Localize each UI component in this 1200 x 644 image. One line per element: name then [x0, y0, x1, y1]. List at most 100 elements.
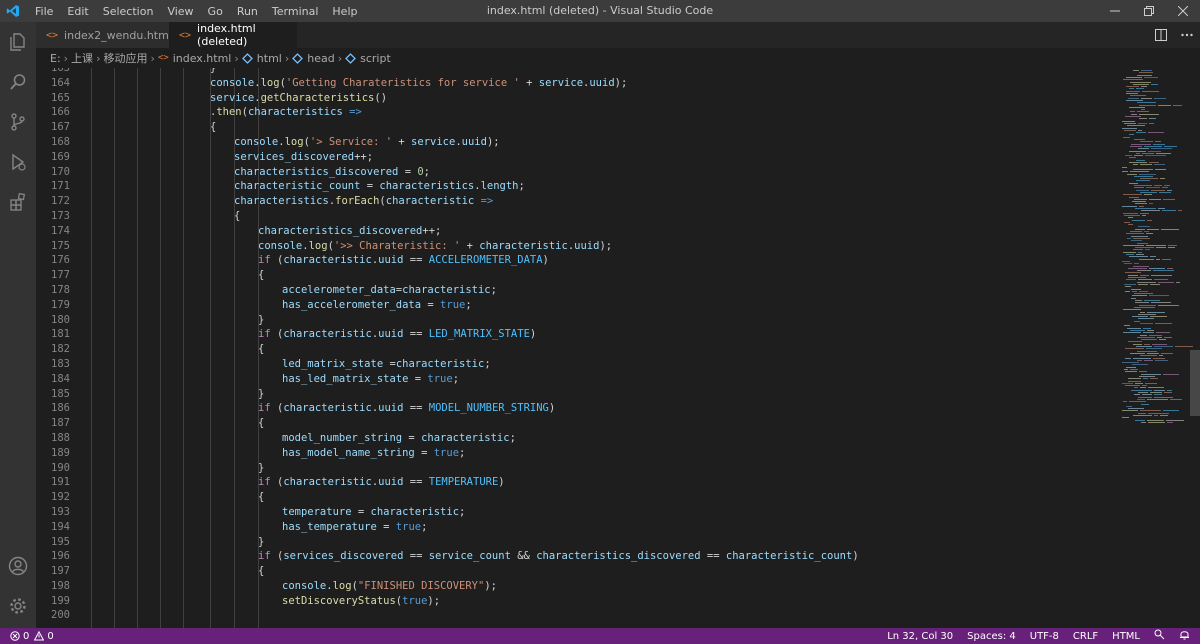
minimap-line [1142, 152, 1154, 154]
cursor-position[interactable]: Ln 32, Col 30 [887, 631, 953, 642]
breadcrumb-html[interactable]: html [241, 51, 282, 65]
language-mode[interactable]: HTML [1112, 631, 1140, 642]
split-editor-icon[interactable] [1148, 29, 1174, 41]
minimap-line [1135, 228, 1145, 230]
breadcrumb-script[interactable]: script [345, 52, 391, 65]
code-token: service [210, 91, 255, 104]
minimap[interactable] [1118, 68, 1200, 628]
minimap-line [1137, 281, 1156, 283]
menu-view[interactable]: View [160, 5, 200, 18]
minimap-line [1153, 143, 1165, 145]
minimap-line [1142, 90, 1159, 92]
minimap-line [1147, 219, 1152, 221]
menu-edit[interactable]: Edit [60, 5, 95, 18]
minimap-line [1136, 159, 1145, 161]
minimap-line [1136, 152, 1140, 154]
minimap-line [1149, 203, 1153, 205]
code-token: log [332, 579, 352, 592]
code-token: true [395, 520, 422, 533]
minimap-line [1141, 403, 1149, 405]
restore-icon[interactable] [1132, 0, 1166, 22]
minimap-line [1124, 263, 1132, 265]
code-editor[interactable]: 163 164 165 166 167 168 169 170 171 172 173 174 175 1… [36, 68, 1200, 628]
code-token: TEMPERATURE [428, 476, 499, 489]
breadcrumb-head[interactable]: head [292, 52, 335, 65]
code-token: model_number_string [282, 431, 403, 444]
code-token: } [258, 313, 265, 326]
code-token: characteristic_count [725, 550, 853, 563]
menu-help[interactable]: Help [325, 5, 364, 18]
breadcrumb-file[interactable]: <> index.html [158, 52, 232, 65]
menu-selection[interactable]: Selection [96, 5, 161, 18]
extensions-icon[interactable] [0, 184, 36, 220]
scrollbar-slider[interactable] [1190, 350, 1200, 416]
tab-label: index.html (deleted) [197, 22, 256, 48]
breadcrumb-drive[interactable]: E: [50, 52, 61, 65]
minimap-line [1123, 251, 1136, 253]
minimap-line [1163, 198, 1175, 200]
notifications-bell-icon[interactable] [1179, 629, 1190, 643]
code-line: } [210, 313, 859, 328]
minimap-line [1128, 341, 1142, 343]
minimap-line [1143, 332, 1154, 334]
code-token: { [258, 565, 265, 578]
code-token: console [234, 135, 279, 148]
menu-run[interactable]: Run [230, 5, 265, 18]
minimap-line [1130, 231, 1142, 232]
code-token: console [282, 579, 327, 592]
tab-index-html[interactable]: <> index.html (deleted) [169, 22, 297, 48]
search-icon[interactable] [0, 64, 36, 100]
minimap-line [1135, 203, 1147, 205]
line-number: 178 [51, 283, 70, 296]
code-token: LED_MATRIX_STATE [428, 328, 530, 341]
minimap-line [1139, 113, 1159, 115]
explorer-icon[interactable] [0, 24, 36, 60]
problems-status[interactable]: 0 0 [0, 631, 54, 642]
code-lines: } console.log('Getting Charateristics for… [210, 68, 859, 623]
minimap-line [1126, 233, 1144, 235]
indent-guide [114, 68, 115, 628]
run-debug-icon[interactable] [0, 144, 36, 180]
code-token: ) [498, 476, 505, 489]
code-token: service [538, 76, 584, 89]
minimap-line [1128, 378, 1141, 380]
minimap-line [1158, 281, 1174, 283]
code-token: uuid [378, 328, 404, 341]
menu-go[interactable]: Go [201, 5, 230, 18]
source-control-icon[interactable] [0, 104, 36, 140]
breadcrumb-html-label: html [256, 51, 282, 65]
close-icon[interactable] [1166, 0, 1200, 22]
code-token: == [403, 550, 429, 563]
account-icon[interactable] [0, 548, 36, 584]
line-number: 179 [51, 298, 70, 311]
minimap-line [1167, 421, 1173, 423]
tab-index2-wendu[interactable]: <> index2_wendu.html [36, 22, 172, 48]
vscode-logo-icon[interactable] [0, 0, 26, 22]
minimize-icon[interactable] [1098, 0, 1132, 22]
minimap-line [1141, 70, 1152, 71]
minimap-line [1173, 104, 1182, 106]
breadcrumb-folder-yidongyingyong[interactable]: 移动应用 [103, 50, 147, 66]
minimap-line [1141, 109, 1145, 111]
eol-status[interactable]: CRLF [1073, 631, 1098, 642]
breadcrumb-folder-shangke[interactable]: 上课 [71, 50, 93, 66]
code-token: } [258, 387, 265, 400]
code-token: uuid [589, 76, 615, 89]
menu-file[interactable]: File [28, 5, 60, 18]
code-line: temperature = characteristic; [210, 505, 859, 520]
indentation-status[interactable]: Spaces: 4 [967, 631, 1016, 642]
menu-terminal[interactable]: Terminal [265, 5, 326, 18]
settings-gear-icon[interactable] [0, 588, 36, 624]
minimap-line [1138, 226, 1150, 228]
line-number: 176 [51, 254, 70, 267]
encoding-status[interactable]: UTF-8 [1030, 631, 1059, 642]
minimap-line [1149, 267, 1165, 269]
minimap-line [1125, 357, 1131, 359]
feedback-icon[interactable] [1154, 629, 1165, 643]
more-actions-icon[interactable] [1174, 33, 1200, 37]
minimap-line [1149, 122, 1154, 124]
code-line: { [210, 120, 859, 135]
code-token: 'Getting Charateristics for service ' [285, 76, 520, 89]
chevron-right-icon: › [150, 51, 155, 65]
minimap-line [1128, 380, 1141, 382]
